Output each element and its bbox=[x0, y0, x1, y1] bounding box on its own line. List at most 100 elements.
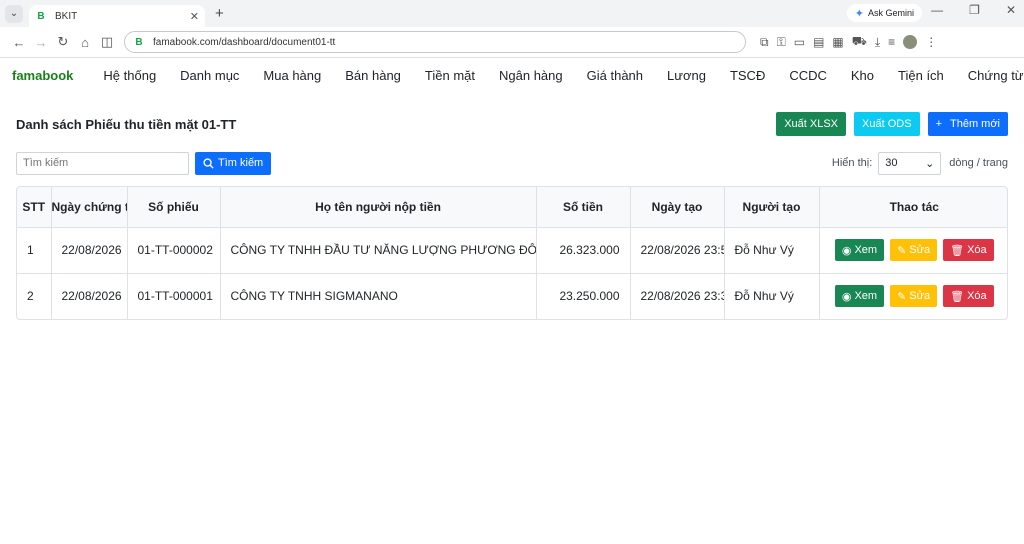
download-icon[interactable]: ⤓ bbox=[875, 35, 880, 50]
per-page-label: dòng / trang bbox=[949, 157, 1008, 169]
window-controls: — ❐ ✕ bbox=[931, 3, 1016, 17]
close-window-icon[interactable]: ✕ bbox=[1006, 3, 1016, 17]
profile-avatar[interactable] bbox=[903, 35, 918, 49]
col-stt[interactable]: STT bbox=[17, 187, 52, 227]
search-icon bbox=[203, 157, 214, 169]
col-ngay-chung-tu[interactable]: Ngày chứng từ bbox=[51, 187, 128, 227]
restore-icon[interactable]: ❐ bbox=[969, 3, 980, 17]
tab-title: BKIT bbox=[55, 10, 78, 22]
password-key-icon[interactable]: ⚿ bbox=[777, 35, 786, 50]
cell-creator: Đỗ Như Vý bbox=[724, 227, 820, 273]
menu-item-tscd[interactable]: TSCĐ bbox=[730, 68, 765, 83]
menu-item-chung-tu[interactable]: Chứng từ bbox=[968, 68, 1024, 83]
delete-label: Xóa bbox=[967, 244, 987, 256]
col-nguoi-tao[interactable]: Người tạo bbox=[724, 187, 820, 227]
home-icon[interactable]: ⌂ bbox=[74, 35, 96, 50]
cell-date: 22/08/2026 bbox=[51, 273, 128, 319]
menu-icon[interactable]: ⋮ bbox=[925, 35, 937, 49]
back-icon[interactable]: ← bbox=[8, 35, 30, 50]
menu-item-danh-muc[interactable]: Danh mục bbox=[180, 68, 239, 83]
page-title: Danh sách Phiếu thu tiền mặt 01-TT bbox=[16, 116, 237, 132]
search-button-label: Tìm kiếm bbox=[218, 157, 264, 169]
col-ho-ten[interactable]: Họ tên người nộp tiền bbox=[220, 187, 537, 227]
cell-stt: 1 bbox=[17, 227, 52, 273]
search-button[interactable]: Tìm kiếm bbox=[195, 151, 272, 175]
view-button[interactable]: ◉ Xem bbox=[834, 285, 885, 308]
col-thao-tac: Thao tác bbox=[889, 199, 939, 214]
menu-item-he-thong[interactable]: Hệ thống bbox=[103, 68, 156, 83]
playlist-icon[interactable]: ≡ bbox=[888, 35, 895, 49]
edit-label: Sửa bbox=[909, 290, 931, 303]
col-so-tien[interactable]: Số tiền bbox=[536, 187, 631, 227]
pencil-icon: ✎ bbox=[897, 244, 907, 257]
menu-item-ngan-hang[interactable]: Ngân hàng bbox=[499, 68, 563, 83]
site-icon: B bbox=[135, 36, 143, 48]
menu-item-mua-hang[interactable]: Mua hàng bbox=[263, 68, 321, 83]
extensions-icon[interactable]: ⧉ bbox=[760, 35, 769, 50]
view-label: Xem bbox=[854, 244, 878, 256]
brand-logo[interactable]: famabook bbox=[12, 68, 73, 83]
reader-icon[interactable]: ▤ bbox=[813, 35, 824, 49]
view-button[interactable]: ◉ Xem bbox=[834, 239, 885, 261]
header-actions: Xuất XLSX Xuất ODS + Thêm mới bbox=[776, 112, 1008, 136]
browser-toolbar: ← → ↻ ⌂ ◫ B famabook.com/dashboard/docum… bbox=[0, 27, 1024, 58]
export-ods-button[interactable]: Xuất ODS bbox=[854, 112, 920, 136]
menu-item-kho[interactable]: Kho bbox=[851, 68, 874, 83]
add-new-label: Thêm mới bbox=[950, 118, 1000, 130]
cell-payer: CÔNG TY TNHH ĐẦU TƯ NĂNG LƯỢNG PHƯƠNG ĐÔ… bbox=[220, 227, 537, 273]
page-size-control: Hiển thị: 30 ⌄ dòng / trang bbox=[831, 151, 1008, 175]
cell-actions: ◉ Xem ✎ Sửa 🗑 Xóa bbox=[819, 273, 1007, 319]
card-icon[interactable]: ▭ bbox=[794, 35, 805, 49]
trash-icon: 🗑 bbox=[950, 244, 965, 257]
menu-item-ccdc[interactable]: CCDC bbox=[789, 68, 827, 83]
search-input[interactable] bbox=[16, 151, 189, 175]
tab-search-button[interactable]: ⌄ bbox=[5, 4, 23, 23]
edit-button[interactable]: ✎ Sửa bbox=[890, 285, 938, 308]
address-bar[interactable]: B famabook.com/dashboard/document01-tt bbox=[124, 31, 746, 53]
add-new-button[interactable]: + Thêm mới bbox=[927, 112, 1008, 136]
menu-item-ban-hang[interactable]: Bán hàng bbox=[345, 68, 401, 83]
car-icon[interactable]: ⛟ bbox=[852, 34, 867, 50]
page-header: Danh sách Phiếu thu tiền mặt 01-TT Xuất … bbox=[16, 111, 1008, 137]
forward-icon[interactable]: → bbox=[30, 35, 52, 50]
url-text: famabook.com/dashboard/document01-tt bbox=[153, 36, 336, 48]
eye-icon: ◉ bbox=[841, 290, 852, 303]
cell-date: 22/08/2026 bbox=[51, 227, 128, 273]
menu-item-gia-thanh[interactable]: Giá thành bbox=[587, 68, 643, 83]
pencil-icon: ✎ bbox=[897, 290, 907, 303]
main-menu: Hệ thống Danh mục Mua hàng Bán hàng Tiền… bbox=[103, 68, 1024, 83]
browser-tab[interactable]: B BKIT ✕ bbox=[29, 5, 205, 27]
table-row: 2 22/08/2026 01-TT-000001 CÔNG TY TNHH S… bbox=[17, 273, 1007, 319]
ask-gemini-label: Ask Gemini bbox=[867, 8, 914, 18]
close-icon[interactable]: ✕ bbox=[190, 10, 199, 23]
eye-icon: ◉ bbox=[841, 244, 852, 257]
toolbar-icons: ⧉ ⚿ ▭ ▤ ▦ ⛟ ⤓ ≡ ⋮ bbox=[760, 34, 937, 50]
view-label: Xem bbox=[854, 290, 878, 303]
delete-label: Xóa bbox=[967, 290, 987, 303]
chevron-down-icon: ⌄ bbox=[925, 157, 935, 170]
menu-item-tien-mat[interactable]: Tiền mặt bbox=[425, 68, 475, 83]
page-size-value: 30 bbox=[885, 157, 898, 169]
delete-button[interactable]: 🗑 Xóa bbox=[943, 285, 994, 308]
reload-icon[interactable]: ↻ bbox=[52, 34, 74, 50]
col-ngay-tao[interactable]: Ngày tạo bbox=[630, 187, 725, 227]
gemini-icon: ✦ bbox=[854, 7, 864, 20]
cell-voucher-no: 01-TT-000002 bbox=[127, 227, 221, 273]
document-table: STT Ngày chứng từ Số phiếu Họ tên người … bbox=[16, 186, 1008, 320]
menu-item-luong[interactable]: Lương bbox=[667, 68, 706, 83]
cell-voucher-no: 01-TT-000001 bbox=[127, 273, 221, 319]
calendar-icon[interactable]: ▦ bbox=[832, 35, 843, 49]
col-so-phieu[interactable]: Số phiếu bbox=[127, 187, 221, 227]
ask-gemini-button[interactable]: ✦ Ask Gemini bbox=[846, 4, 922, 22]
export-xlsx-button[interactable]: Xuất XLSX bbox=[776, 112, 847, 136]
delete-button[interactable]: 🗑 Xóa bbox=[943, 239, 994, 261]
new-tab-button[interactable]: + bbox=[215, 5, 224, 22]
menu-item-tien-ich[interactable]: Tiện ích bbox=[898, 68, 944, 83]
split-view-icon[interactable]: ◫ bbox=[96, 34, 118, 50]
favicon-icon: B bbox=[37, 10, 45, 22]
page-size-select[interactable]: 30 ⌄ bbox=[878, 151, 942, 175]
show-label: Hiển thị: bbox=[831, 157, 873, 169]
minimize-icon[interactable]: — bbox=[931, 3, 943, 17]
cell-created: 22/08/2026 23:35 bbox=[630, 273, 725, 319]
edit-button[interactable]: ✎ Sửa bbox=[890, 239, 938, 261]
